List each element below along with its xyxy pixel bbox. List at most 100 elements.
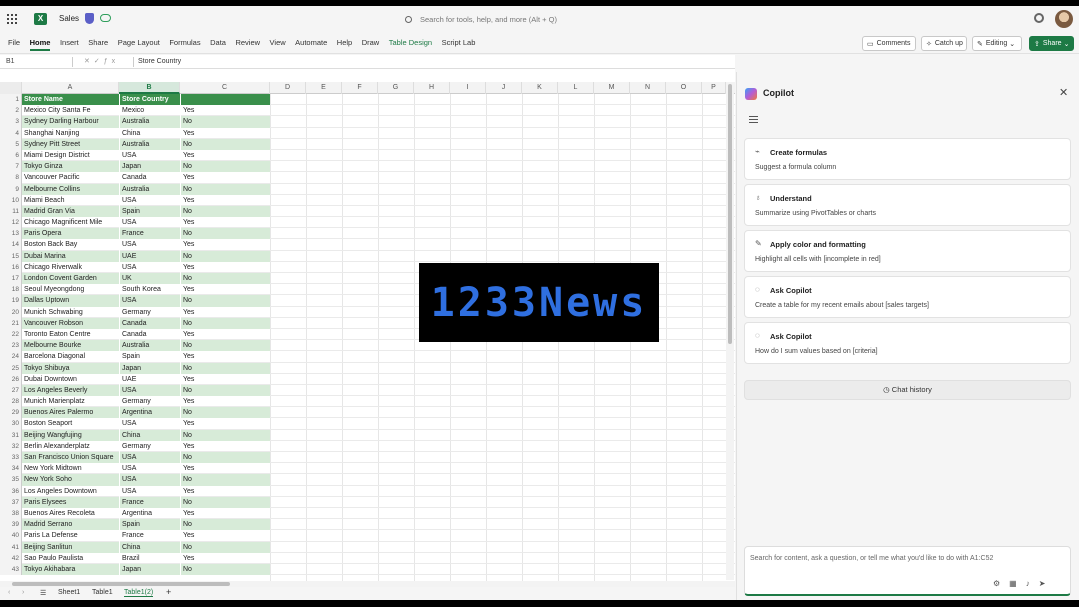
copilot-chat-input[interactable]: Search for content, ask a question, or t…: [744, 546, 1071, 596]
table-cell[interactable]: Argentina: [119, 507, 180, 520]
table-cell[interactable]: Berlin Alexanderplatz: [22, 441, 119, 452]
table-cell[interactable]: China: [119, 541, 180, 553]
table-cell[interactable]: San Francisco Union Square: [22, 452, 119, 464]
table-cell[interactable]: No: [180, 429, 270, 441]
table-cell[interactable]: Yes: [180, 463, 270, 475]
table-cell[interactable]: Yes: [180, 172, 270, 184]
row-number[interactable]: 36: [0, 485, 22, 497]
row-number[interactable]: 27: [0, 384, 22, 397]
table-cell[interactable]: Argentina: [119, 407, 180, 419]
share-button[interactable]: ⇪ Share ⌄: [1029, 36, 1074, 51]
prompt-guide-icon[interactable]: ⚙: [993, 579, 1009, 588]
table-cell[interactable]: USA: [119, 463, 180, 475]
table-cell[interactable]: No: [180, 161, 270, 173]
row-number[interactable]: 41: [0, 541, 22, 553]
table-cell[interactable]: Mexico: [119, 105, 180, 117]
table-cell[interactable]: No: [180, 273, 270, 285]
table-cell[interactable]: Yes: [180, 373, 270, 385]
table-cell[interactable]: Beijing Sanlitun: [22, 541, 119, 553]
row-number[interactable]: 11: [0, 205, 22, 218]
table-cell[interactable]: Yes: [180, 351, 270, 363]
table-cell[interactable]: Boston Back Bay: [22, 239, 119, 250]
grid-icon[interactable]: ▦: [1009, 579, 1026, 588]
table-cell[interactable]: No: [180, 340, 270, 352]
prev-sheet-icon[interactable]: ‹: [8, 589, 10, 596]
table-cell[interactable]: USA: [119, 452, 180, 464]
table-cell[interactable]: USA: [119, 485, 180, 497]
table-cell[interactable]: Australia: [119, 183, 180, 195]
table-cell[interactable]: Yes: [180, 239, 270, 251]
table-cell[interactable]: Spain: [119, 205, 180, 218]
table-cell[interactable]: No: [180, 541, 270, 553]
column-header-m[interactable]: M: [594, 82, 630, 94]
table-cell[interactable]: Canada: [119, 317, 180, 329]
table-cell[interactable]: USA: [119, 295, 180, 307]
column-header-c[interactable]: C: [180, 82, 270, 94]
table-cell[interactable]: Yes: [180, 306, 270, 318]
row-number[interactable]: 37: [0, 496, 22, 508]
document-title[interactable]: Sales: [59, 14, 79, 23]
table-cell[interactable]: Yes: [180, 507, 270, 520]
microphone-icon[interactable]: ♪: [1026, 579, 1039, 588]
table-cell[interactable]: No: [180, 205, 270, 218]
table-cell[interactable]: USA: [119, 384, 180, 397]
catch-up-button[interactable]: ✧ Catch up: [921, 36, 967, 51]
table-cell[interactable]: Yes: [180, 485, 270, 497]
column-header-i[interactable]: I: [450, 82, 486, 94]
vertical-scroll-thumb[interactable]: [728, 84, 732, 344]
column-header-k[interactable]: K: [522, 82, 558, 94]
table-cell[interactable]: Sydney Darling Harbour: [22, 116, 119, 128]
table-cell[interactable]: Sao Paulo Paulista: [22, 553, 119, 564]
table-cell[interactable]: France: [119, 496, 180, 508]
avatar[interactable]: [1055, 10, 1073, 28]
table-cell[interactable]: France: [119, 530, 180, 542]
tab-help[interactable]: Help: [337, 38, 352, 51]
row-number[interactable]: 33: [0, 452, 22, 464]
table-cell[interactable]: Paris Elysees: [22, 496, 119, 508]
row-number[interactable]: 38: [0, 507, 22, 520]
table-cell[interactable]: Munich Marienplatz: [22, 396, 119, 407]
sensitivity-shield-icon[interactable]: [85, 13, 94, 24]
table-cell[interactable]: New York Midtown: [22, 463, 119, 474]
table-cell[interactable]: New York Soho: [22, 474, 119, 486]
column-header-p[interactable]: P: [702, 82, 726, 94]
table-cell[interactable]: Spain: [119, 351, 180, 363]
column-header-h[interactable]: H: [414, 82, 450, 94]
prompt-card-apply-formatting[interactable]: ✎ Apply color and formatting Highlight a…: [744, 230, 1071, 272]
table-cell[interactable]: Shanghai Nanjing: [22, 128, 119, 139]
formula-fx-icons[interactable]: ✕✓ƒx: [84, 57, 119, 65]
tab-file[interactable]: File: [8, 38, 20, 51]
row-number[interactable]: 10: [0, 194, 22, 206]
next-sheet-icon[interactable]: ›: [22, 589, 24, 596]
row-number[interactable]: 3: [0, 116, 22, 128]
row-number[interactable]: 2: [0, 105, 22, 117]
table-cell[interactable]: Yes: [180, 284, 270, 296]
sheet-tab-table1[interactable]: Table1: [92, 589, 113, 596]
tab-insert[interactable]: Insert: [60, 38, 79, 51]
row-number[interactable]: 25: [0, 362, 22, 374]
search-box[interactable]: Search for tools, help, and more (Alt + …: [398, 11, 680, 27]
tab-draw[interactable]: Draw: [362, 38, 380, 51]
table-cell[interactable]: Japan: [119, 362, 180, 374]
column-header-a[interactable]: A: [22, 82, 119, 94]
table-cell[interactable]: No: [180, 116, 270, 128]
row-number[interactable]: 32: [0, 440, 22, 452]
table-cell[interactable]: Dubai Marina: [22, 250, 119, 262]
column-header-e[interactable]: E: [306, 82, 342, 94]
row-number[interactable]: 12: [0, 217, 22, 229]
row-number[interactable]: 23: [0, 340, 22, 352]
table-cell[interactable]: Melbourne Collins: [22, 183, 119, 195]
row-number[interactable]: 34: [0, 463, 22, 475]
table-cell[interactable]: Spain: [119, 519, 180, 531]
table-cell[interactable]: China: [119, 429, 180, 441]
table-cell[interactable]: No: [180, 496, 270, 508]
table-cell[interactable]: Buenos Aires Recoleta: [22, 508, 119, 519]
row-number[interactable]: 31: [0, 429, 22, 441]
column-header-l[interactable]: L: [558, 82, 594, 94]
table-cell[interactable]: UAE: [119, 250, 180, 262]
table-cell[interactable]: Yes: [180, 396, 270, 408]
table-cell[interactable]: No: [180, 452, 270, 464]
table-cell[interactable]: Japan: [119, 563, 180, 576]
row-number[interactable]: 16: [0, 261, 22, 273]
table-cell[interactable]: Australia: [119, 116, 180, 128]
